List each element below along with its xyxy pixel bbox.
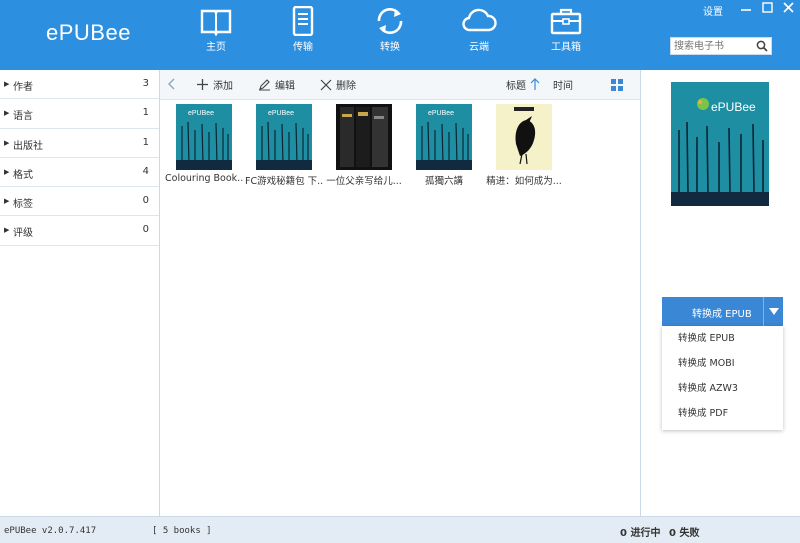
book-item[interactable]: 精进：如何成为... <box>485 104 563 187</box>
book-cover: ePUBee <box>416 104 472 170</box>
book-item[interactable]: 一位父亲写给儿... <box>325 104 403 187</box>
book-grid: ePUBee Colouring Book... ePUBee FC游戏秘籍包 … <box>160 100 640 516</box>
close-icon[interactable] <box>783 2 794 17</box>
sort-by-title[interactable]: 标题 <box>506 77 540 92</box>
sidebar-item-format[interactable]: ▶ 格式 4 <box>0 158 159 188</box>
book-title: 精进：如何成为... <box>486 176 562 187</box>
sidebar-item-label: 作者 <box>13 82 33 93</box>
sidebar-item-count: 1 <box>142 136 149 148</box>
nav-cloud-label: 云端 <box>469 42 489 53</box>
convert-format-menu: 转换成 EPUB 转换成 MOBI 转换成 AZW3 转换成 PDF <box>662 326 783 430</box>
book-cover <box>496 104 552 170</box>
sidebar-item-count: 0 <box>142 224 149 236</box>
book-cover: ePUBee <box>256 104 312 170</box>
sidebar-item-count: 0 <box>142 195 149 207</box>
menu-item-mobi[interactable]: 转换成 MOBI <box>662 351 783 376</box>
expand-arrow-icon: ▶ <box>4 80 10 88</box>
book-title: Colouring Book... <box>165 173 243 184</box>
edit-button[interactable]: 编辑 <box>258 77 295 92</box>
delete-button[interactable]: 删除 <box>320 77 356 92</box>
in-progress-count[interactable]: 0 进行中 <box>620 524 660 539</box>
expand-arrow-icon: ▶ <box>4 197 10 206</box>
convert-button[interactable]: 转换成 EPUB <box>662 297 783 326</box>
library-toolbar: 添加 编辑 删除 标题 时间 <box>160 70 640 100</box>
failed-count[interactable]: 0 失败 <box>669 524 699 539</box>
book-item[interactable]: ePUBee FC游戏秘籍包 下... <box>245 104 323 187</box>
sidebar-item-count: 1 <box>142 107 149 119</box>
grid-view-icon[interactable] <box>611 79 623 91</box>
search-box <box>670 37 772 55</box>
sidebar-item-label: 出版社 <box>13 140 43 152</box>
nav-toolbox[interactable]: 工具箱 <box>536 4 596 64</box>
nav-home[interactable]: 主页 <box>186 4 246 64</box>
pencil-icon <box>259 79 270 91</box>
filter-sidebar: ▶ 作者 3 ▶ 语言 1 ▶ 出版社 1 ▶ 格式 4 ▶ 标签 0 ▶ 评级… <box>0 70 160 516</box>
edit-label: 编辑 <box>275 81 295 92</box>
expand-arrow-icon: ▶ <box>4 226 10 235</box>
sort-by-time[interactable]: 时间 <box>553 77 573 92</box>
device-transfer-icon <box>292 6 314 36</box>
delete-label: 删除 <box>336 81 356 92</box>
book-cover: ePUBee <box>176 104 232 170</box>
menu-item-epub[interactable]: 转换成 EPUB <box>662 326 783 351</box>
sidebar-item-rating[interactable]: ▶ 评级 0 <box>0 216 159 246</box>
nav-convert[interactable]: 转换 <box>360 4 420 64</box>
sort-title-label: 标题 <box>506 81 526 92</box>
nav-transfer-label: 传输 <box>293 42 313 53</box>
selected-book-cover: ePUBee <box>671 82 769 206</box>
book-title: 孤獨六講 <box>424 176 463 187</box>
add-button[interactable]: 添加 <box>196 77 233 92</box>
sidebar-item-tags[interactable]: ▶ 标签 0 <box>0 187 159 217</box>
sidebar-item-count: 4 <box>142 165 149 177</box>
book-cover <box>336 104 392 170</box>
book-item[interactable]: ePUBee Colouring Book... <box>165 104 243 184</box>
sidebar-item-label: 评级 <box>13 228 33 240</box>
book-open-icon <box>200 9 232 36</box>
maximize-icon[interactable] <box>762 2 773 17</box>
nav-convert-label: 转换 <box>380 42 400 53</box>
settings-link[interactable]: 设置 <box>703 3 723 18</box>
sidebar-item-label: 语言 <box>13 111 33 123</box>
version-text: ePUBee v2.0.7.417 <box>4 526 97 536</box>
menu-item-pdf[interactable]: 转换成 PDF <box>662 401 783 426</box>
nav-cloud[interactable]: 云端 <box>449 4 509 64</box>
delete-x-icon <box>320 79 332 90</box>
expand-arrow-icon: ▶ <box>4 167 10 176</box>
sidebar-item-author[interactable]: ▶ 作者 3 <box>0 70 159 100</box>
menu-item-azw3[interactable]: 转换成 AZW3 <box>662 376 783 401</box>
book-item[interactable]: ePUBee 孤獨六講 <box>405 104 483 187</box>
search-icon[interactable] <box>756 40 768 55</box>
dropdown-arrow-icon[interactable] <box>763 297 783 326</box>
nav-home-label: 主页 <box>206 42 226 53</box>
header-bar: ePUBee 主页 传输 转换 云端 工具箱 设置 <box>0 0 800 70</box>
expand-arrow-icon: ▶ <box>4 109 10 118</box>
sort-arrow-up-icon <box>530 78 540 90</box>
book-count-text: [ 5 books ] <box>152 526 212 536</box>
book-title: 一位父亲写给儿... <box>326 176 402 187</box>
nav-transfer[interactable]: 传输 <box>273 4 333 64</box>
book-title: FC游戏秘籍包 下... <box>245 176 323 187</box>
back-icon[interactable] <box>168 78 176 90</box>
status-bar: ePUBee v2.0.7.417 [ 5 books ] 0 进行中 0 失败 <box>0 516 800 543</box>
sidebar-item-label: 标签 <box>13 199 33 211</box>
convert-button-label: 转换成 EPUB <box>692 309 752 320</box>
refresh-icon <box>377 8 403 34</box>
detail-panel: ePUBee 转换成 EPUB 转换成 EPUB 转换成 MOBI 转换成 AZ… <box>640 70 800 516</box>
sidebar-item-publisher[interactable]: ▶ 出版社 1 <box>0 129 159 158</box>
plus-icon <box>197 79 208 90</box>
search-input[interactable] <box>671 38 753 54</box>
app-title: ePUBee <box>46 20 131 45</box>
minimize-icon[interactable] <box>741 2 751 17</box>
sort-time-label: 时间 <box>553 81 573 92</box>
sidebar-item-count: 3 <box>142 78 149 89</box>
sidebar-item-label: 格式 <box>13 169 33 181</box>
toolbox-icon <box>550 8 582 35</box>
expand-arrow-icon: ▶ <box>4 138 10 147</box>
cloud-icon <box>462 8 497 32</box>
nav-toolbox-label: 工具箱 <box>551 42 581 53</box>
add-label: 添加 <box>213 81 233 92</box>
sidebar-item-language[interactable]: ▶ 语言 1 <box>0 99 159 129</box>
